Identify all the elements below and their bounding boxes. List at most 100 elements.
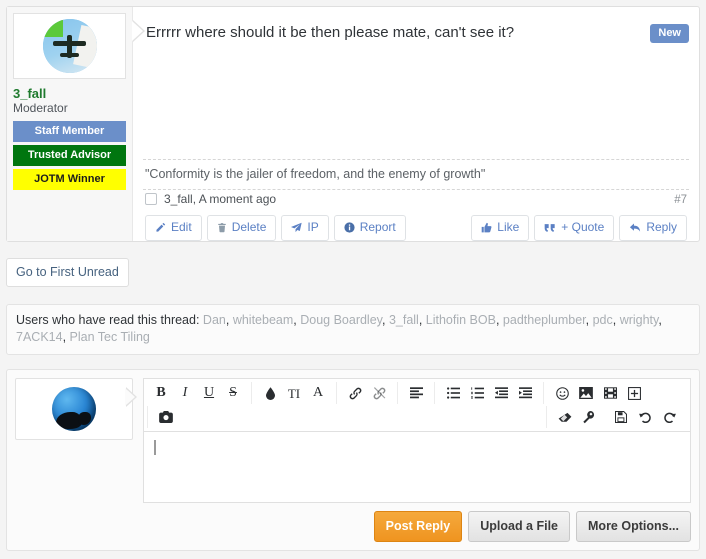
avatar-image-plane xyxy=(42,19,97,73)
go-to-first-unread-button[interactable]: Go to First Unread xyxy=(6,258,129,287)
post-meta-row: 3_fall, A moment ago xyxy=(143,192,689,206)
toolbar-group-history xyxy=(607,406,683,428)
badge-trusted-advisor: Trusted Advisor xyxy=(13,145,126,166)
italic-icon[interactable]: I xyxy=(174,382,196,404)
airplane-icon xyxy=(52,33,87,59)
post-author-title: Moderator xyxy=(13,101,68,115)
thread-readers-label: Users who have read this thread: xyxy=(16,313,200,327)
more-options-button[interactable]: More Options... xyxy=(576,511,691,542)
toolbar-group-lists xyxy=(434,382,539,404)
info-circle-icon xyxy=(344,222,355,233)
globe-landmass-right xyxy=(78,412,91,425)
reply-editor-panel: B I U S TI A Post Reply Upload a File Mo… xyxy=(6,369,700,551)
media-icon[interactable] xyxy=(599,382,621,404)
wrench-icon[interactable] xyxy=(578,406,600,428)
editor-toolbar: B I U S TI A xyxy=(143,378,691,431)
reader-link[interactable]: Doug Boardley xyxy=(300,313,382,327)
eraser-icon[interactable] xyxy=(554,406,576,428)
globe-avatar-icon xyxy=(52,387,96,431)
post-user-column: 3_fall Moderator Staff Member Trusted Ad… xyxy=(7,7,133,241)
badge-staff-member: Staff Member xyxy=(13,121,126,142)
pencil-icon xyxy=(156,222,166,232)
avatar[interactable] xyxy=(13,13,126,79)
reader-link[interactable]: pdc xyxy=(593,313,613,327)
post-author-name[interactable]: 3_fall xyxy=(13,86,126,101)
toolbar-group-camera xyxy=(147,406,180,428)
airplane-tail xyxy=(59,53,79,57)
reader-link[interactable]: 7ACK14 xyxy=(16,330,63,344)
toolbar-group-text-format: B I U S xyxy=(147,382,247,404)
edit-button[interactable]: Edit xyxy=(145,215,202,241)
edit-button-label: Edit xyxy=(171,220,192,234)
reader-link[interactable]: Plan Tec Tiling xyxy=(70,330,150,344)
report-button-label: Report xyxy=(359,220,396,234)
post-signature: "Conformity is the jailer of freedom, an… xyxy=(143,159,689,190)
smiley-icon[interactable] xyxy=(551,382,573,404)
reader-link[interactable]: wrighty xyxy=(620,313,659,327)
like-button[interactable]: Like xyxy=(471,215,530,241)
ip-button-label: IP xyxy=(307,220,319,234)
delete-button[interactable]: Delete xyxy=(206,215,277,241)
reply-bubble-arrow xyxy=(125,388,135,406)
reader-link[interactable]: Dan xyxy=(203,313,226,327)
bold-icon[interactable]: B xyxy=(150,382,172,404)
reply-button-label: Reply xyxy=(646,220,677,234)
delete-button-label: Delete xyxy=(231,220,267,234)
numbered-list-icon[interactable] xyxy=(466,382,488,404)
report-button[interactable]: Report xyxy=(333,215,406,241)
editor-footer: Post Reply Upload a File More Options... xyxy=(143,503,691,542)
undo-icon[interactable] xyxy=(634,406,656,428)
bubble-arrow xyxy=(132,21,143,41)
strikethrough-icon[interactable]: S xyxy=(222,382,244,404)
toolbar-group-insert xyxy=(543,382,648,404)
align-left-icon[interactable] xyxy=(405,382,427,404)
thumbs-up-icon xyxy=(481,222,492,233)
reply-avatar-column xyxy=(15,378,133,542)
reader-link[interactable]: padtheplumber xyxy=(503,313,586,327)
insert-icon[interactable] xyxy=(623,382,645,404)
thread-readers-box: Users who have read this thread: Dan, wh… xyxy=(6,304,700,355)
airplane-wing xyxy=(52,41,86,46)
redo-icon[interactable] xyxy=(658,406,680,428)
quote-button-label: + Quote xyxy=(561,220,605,234)
unread-wrapper: Go to First Unread xyxy=(6,258,700,287)
link-icon[interactable] xyxy=(344,382,366,404)
editor-column: B I U S TI A Post Reply Upload a File Mo… xyxy=(143,378,691,542)
post-container: 3_fall Moderator Staff Member Trusted Ad… xyxy=(6,6,700,242)
toolbar-group-align xyxy=(397,382,430,404)
font-family-icon[interactable]: A xyxy=(307,382,329,404)
quote-button[interactable]: + Quote xyxy=(534,215,615,241)
font-size-icon[interactable]: TI xyxy=(283,382,305,404)
underline-icon[interactable]: U xyxy=(198,382,220,404)
draft-save-icon[interactable] xyxy=(610,406,632,428)
indent-icon[interactable] xyxy=(514,382,536,404)
reply-button[interactable]: Reply xyxy=(619,215,687,241)
reader-link[interactable]: Lithofin BOB xyxy=(426,313,496,327)
text-cursor xyxy=(154,440,156,455)
post-actions-row: Edit Delete IP Report Like + Quote Reply xyxy=(143,206,689,241)
text-color-icon[interactable] xyxy=(259,382,281,404)
upload-a-file-button[interactable]: Upload a File xyxy=(468,511,571,542)
toolbar-group-link xyxy=(336,382,393,404)
reader-link[interactable]: whitebeam xyxy=(233,313,293,327)
reader-link[interactable]: 3_fall xyxy=(389,313,419,327)
ip-button[interactable]: IP xyxy=(281,215,329,241)
image-icon[interactable] xyxy=(575,382,597,404)
camera-icon[interactable] xyxy=(155,406,177,428)
post-meta-text: 3_fall, A moment ago xyxy=(164,192,277,206)
badge-jotm-winner: JOTM Winner xyxy=(13,169,126,190)
reply-textarea[interactable] xyxy=(143,431,691,503)
outdent-icon[interactable] xyxy=(490,382,512,404)
trash-icon xyxy=(217,223,226,233)
unlink-icon[interactable] xyxy=(368,382,390,404)
post-actions-right: Like + Quote Reply xyxy=(466,215,687,241)
new-badge: New xyxy=(650,24,689,43)
reply-avatar[interactable] xyxy=(15,378,133,440)
bullet-list-icon[interactable] xyxy=(442,382,464,404)
post-actions-left: Edit Delete IP Report xyxy=(145,215,411,241)
post-select-checkbox[interactable] xyxy=(145,193,157,205)
post-body xyxy=(143,43,689,159)
toolbar-group-tools xyxy=(546,406,603,428)
paper-plane-icon xyxy=(291,222,303,233)
post-reply-button[interactable]: Post Reply xyxy=(373,511,463,542)
